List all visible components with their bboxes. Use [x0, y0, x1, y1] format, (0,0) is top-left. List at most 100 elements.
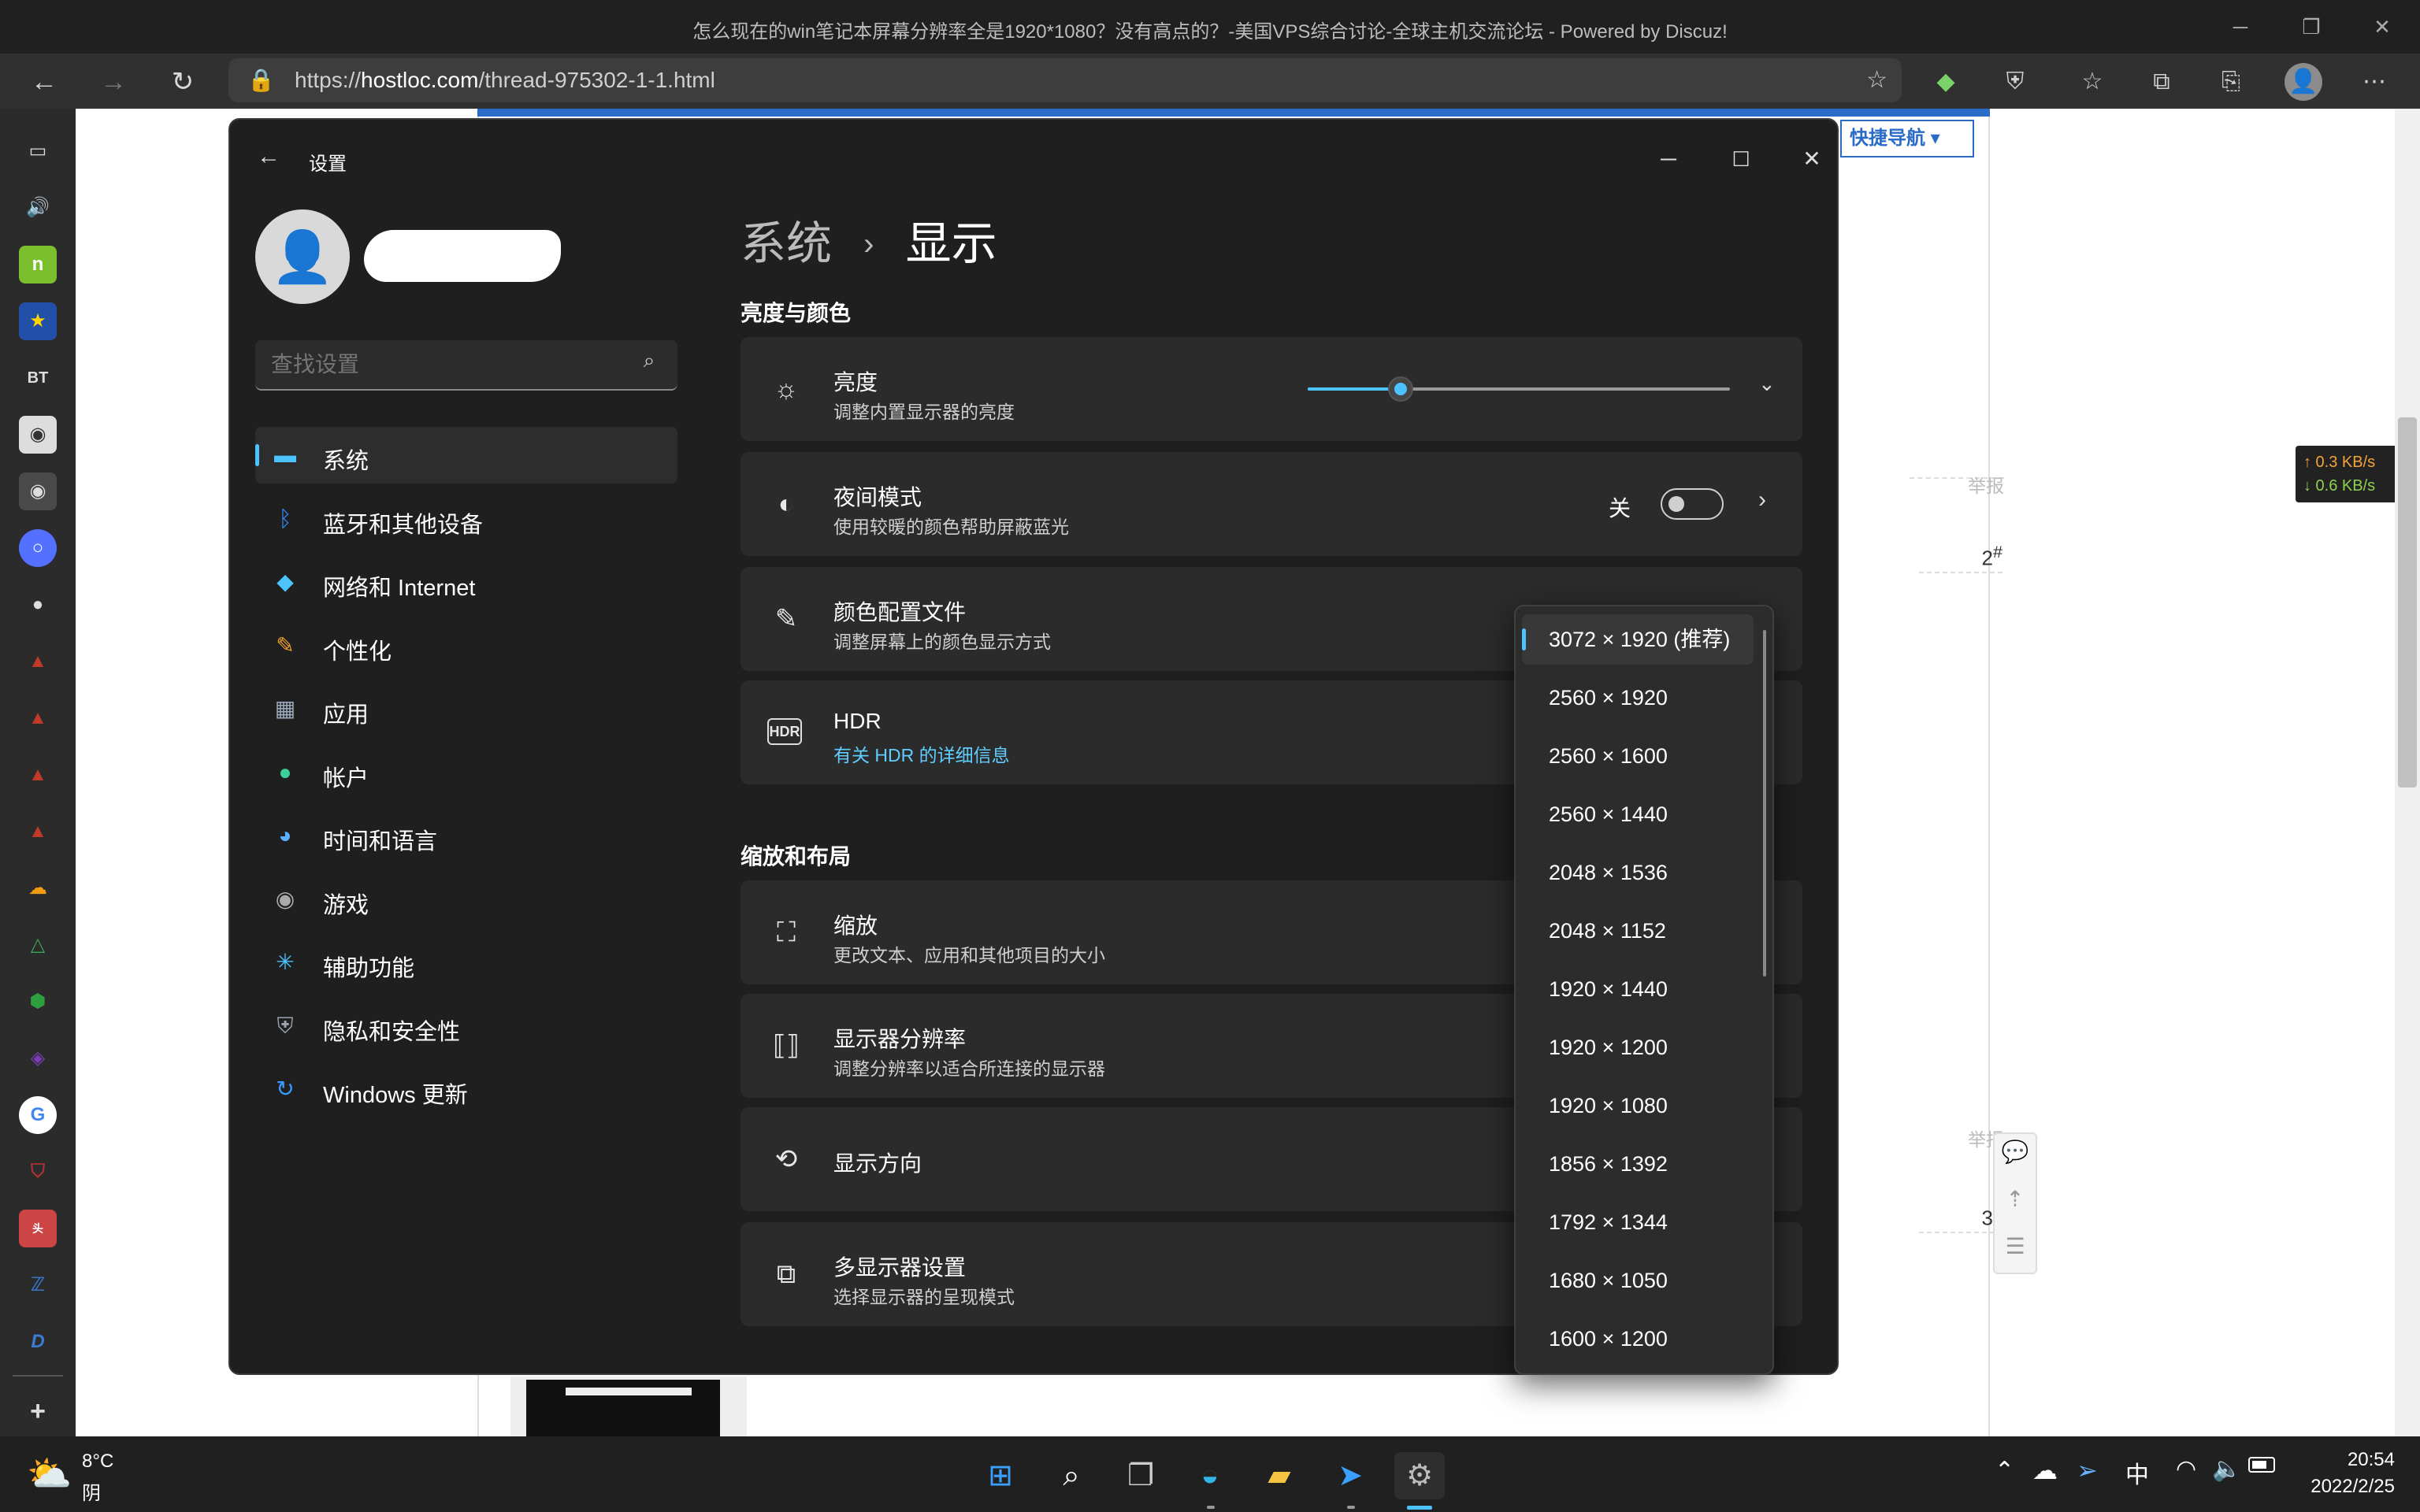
sidebar-item-6[interactable]: ● 帐户	[255, 744, 677, 801]
floor-number-3[interactable]: 3#	[1919, 1202, 2002, 1233]
resolution-dropdown[interactable]: 3072 × 1920 (推荐) 2560 × 1920 2560 × 1600 25…	[1514, 605, 1774, 1375]
tab-favicon-blue-2[interactable]: ℤ	[19, 1266, 57, 1304]
address-bar[interactable]: 🔒 https://hostloc.com/thread-975302-1-1.…	[228, 58, 1902, 102]
tab-favicon-red-4[interactable]: ▲	[19, 813, 57, 850]
clock-time[interactable]: 20:54	[2300, 1449, 2395, 1471]
sidebar-item-10[interactable]: ⛨ 隐私和安全性	[255, 998, 677, 1054]
tab-favicon-red-box[interactable]: 头	[19, 1210, 57, 1247]
sidebar-item-2[interactable]: ᛒ 蓝牙和其他设备	[255, 491, 677, 547]
tab-favicon-red-3[interactable]: ▲	[19, 756, 57, 794]
refresh-button[interactable]: ↻	[165, 65, 200, 99]
settings-search-box[interactable]: ⌕	[255, 340, 677, 391]
brightness-card[interactable]: ☼ 亮度 调整内置显示器的亮度 ⌄	[740, 337, 1802, 441]
google-icon[interactable]: G	[19, 1096, 57, 1134]
onedrive-icon[interactable]: ☁	[2032, 1455, 2058, 1485]
minimize-icon[interactable]: ─	[2225, 11, 2256, 43]
dropdown-scrollbar[interactable]	[1763, 630, 1766, 976]
settings-search-input[interactable]	[255, 340, 633, 389]
taskbar-search-icon[interactable]: ⌕	[1048, 1452, 1095, 1499]
favorites-icon[interactable]: ☆	[2073, 63, 2111, 101]
floor-number-2[interactable]: 2#	[1919, 542, 2002, 573]
back-button[interactable]: ←	[27, 65, 61, 99]
chevron-right-icon[interactable]: ›	[1758, 487, 1766, 513]
tab-favicon-blue[interactable]: ○	[19, 529, 57, 567]
back-to-top-icon[interactable]: ⇡	[1995, 1186, 2036, 1225]
weather-temp[interactable]: 8°C	[82, 1451, 113, 1473]
settings-app-icon[interactable]: ⚙	[1394, 1452, 1445, 1499]
file-explorer-icon[interactable]: ▰	[1256, 1452, 1303, 1499]
settings-close-icon[interactable]: ✕	[1788, 135, 1835, 183]
settings-maximize-icon[interactable]: ☐	[1717, 135, 1765, 183]
report-link-2[interactable]: 举报	[1910, 1125, 2004, 1156]
speaker-icon[interactable]: 🔊	[19, 189, 57, 227]
tab-favicon-star[interactable]: ★	[19, 302, 57, 340]
wifi-icon[interactable]: ◠	[2176, 1455, 2196, 1483]
resolution-option[interactable]: 2048 × 1152	[1522, 906, 1754, 956]
extension-icon[interactable]: ◆	[1927, 63, 1965, 101]
chevron-down-icon[interactable]: ⌄	[1758, 372, 1776, 396]
tab-favicon-shield[interactable]: ⛉	[19, 1153, 57, 1191]
drive-favicon-icon[interactable]: △	[19, 926, 57, 964]
user-avatar[interactable]: 👤	[255, 209, 350, 304]
search-icon[interactable]: ⌕	[633, 348, 665, 380]
tab-favicon-d[interactable]: D	[19, 1323, 57, 1361]
lock-icon[interactable]: 🔒	[247, 58, 275, 102]
report-link-1[interactable]: 举报	[1910, 471, 2004, 502]
settings-minimize-icon[interactable]: ─	[1645, 135, 1692, 183]
sidebar-item-4[interactable]: ✎ 个性化	[255, 617, 677, 674]
weather-condition[interactable]: 阴	[82, 1477, 101, 1505]
edge-icon[interactable]: ◒	[1186, 1452, 1234, 1499]
tab-favicon-bt[interactable]: BT	[19, 359, 57, 397]
night-light-toggle[interactable]	[1661, 488, 1724, 520]
comment-icon[interactable]: 💬	[1995, 1139, 2036, 1178]
resolution-option[interactable]: 2560 × 1440	[1522, 789, 1754, 839]
tab-favicon-green[interactable]: ⬢	[19, 983, 57, 1021]
more-menu-icon[interactable]: ⋯	[2355, 63, 2393, 101]
clock-date[interactable]: 2022/2/25	[2300, 1476, 2395, 1498]
github-icon[interactable]: ●	[19, 586, 57, 624]
brightness-slider[interactable]	[1308, 376, 1730, 402]
restore-icon[interactable]: ❐	[2296, 11, 2327, 43]
tab-favicon-red-2[interactable]: ▲	[19, 699, 57, 737]
screenshot-icon[interactable]: ⎘	[2212, 63, 2250, 101]
start-icon[interactable]: ⊞	[977, 1452, 1024, 1499]
close-icon[interactable]: ✕	[2366, 11, 2398, 43]
terminal-icon[interactable]: ➤	[1327, 1452, 1374, 1499]
favorite-star-icon[interactable]: ☆	[1866, 58, 1887, 102]
list-icon[interactable]: ☰	[1995, 1233, 2036, 1273]
resolution-option[interactable]: 1600 × 1200	[1522, 1314, 1754, 1364]
resolution-option[interactable]: 1920 × 1440	[1522, 964, 1754, 1014]
volume-icon[interactable]: 🔈	[2212, 1455, 2241, 1483]
resolution-option[interactable]: 1920 × 1200	[1522, 1022, 1754, 1073]
brightness-slider-thumb[interactable]	[1387, 376, 1413, 402]
quick-nav-button[interactable]: 快捷导航 ▾	[1840, 120, 1974, 158]
new-tab-plus-icon[interactable]: +	[19, 1392, 57, 1430]
sidebar-item-11[interactable]: ↻ Windows 更新	[255, 1061, 677, 1117]
tab-favicon-purple[interactable]: ◈	[19, 1040, 57, 1077]
tab-favicon-hostloc-active[interactable]: ◉	[19, 472, 57, 510]
ime-indicator[interactable]: 中	[2125, 1455, 2149, 1490]
tab-favicon-hostloc[interactable]: ◉	[19, 416, 57, 454]
weather-icon[interactable]: ⛅	[27, 1452, 72, 1495]
sidebar-item-1[interactable]: ▬ 系统	[255, 427, 677, 484]
profile-avatar[interactable]: 👤	[2285, 63, 2322, 101]
battery-icon[interactable]	[2248, 1457, 2275, 1473]
resolution-option[interactable]: 3072 × 1920 (推荐)	[1522, 614, 1754, 665]
send-icon[interactable]: ➢	[2077, 1455, 2098, 1485]
sidebar-item-9[interactable]: ✳ 辅助功能	[255, 934, 677, 991]
task-view-icon[interactable]: ❐	[1117, 1452, 1164, 1499]
tab-actions-icon[interactable]: ▭	[19, 132, 57, 170]
resolution-option[interactable]: 1920 × 1080	[1522, 1080, 1754, 1131]
tab-favicon-red-1[interactable]: ▲	[19, 643, 57, 680]
tray-chevron-up-icon[interactable]: ⌃	[1995, 1457, 2014, 1484]
sidebar-item-3[interactable]: ◆ 网络和 Internet	[255, 554, 677, 610]
breadcrumb-parent[interactable]: 系统	[740, 218, 832, 269]
page-scrollbar-thumb[interactable]	[2398, 417, 2417, 788]
sidebar-item-8[interactable]: ◉ 游戏	[255, 871, 677, 928]
shield-extension-icon[interactable]: ⛨	[1996, 63, 2034, 101]
tab-favicon-n[interactable]: n	[19, 246, 57, 284]
sidebar-item-7[interactable]: ◕ 时间和语言	[255, 807, 677, 864]
resolution-option[interactable]: 2048 × 1536	[1522, 847, 1754, 898]
resolution-option[interactable]: 1680 × 1050	[1522, 1255, 1754, 1306]
resolution-option[interactable]: 1792 × 1344	[1522, 1197, 1754, 1247]
